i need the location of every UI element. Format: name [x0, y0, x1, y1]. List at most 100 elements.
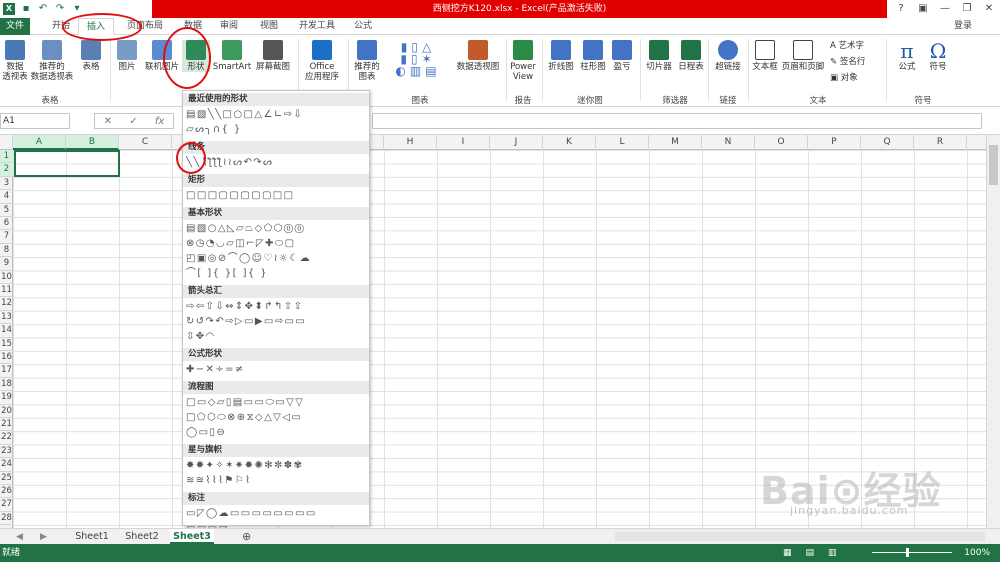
undo-icon[interactable]: ↶: [37, 3, 49, 15]
pivot-table-button[interactable]: 数据 透视表: [2, 40, 28, 82]
row-header[interactable]: 20: [0, 405, 13, 418]
row-header[interactable]: 9: [0, 257, 13, 271]
worksheet-grid[interactable]: ABCDEFGHIJKLMNOPQR 123456789101112131415…: [0, 135, 990, 528]
normal-view-icon[interactable]: ▦: [783, 544, 792, 562]
row-header[interactable]: 11: [0, 284, 13, 298]
column-header[interactable]: L: [596, 135, 649, 150]
restore-icon[interactable]: ❐: [956, 0, 978, 18]
page-break-view-icon[interactable]: ▥: [828, 544, 837, 562]
insert-function-icon[interactable]: fx: [155, 116, 164, 127]
horizontal-scrollbar[interactable]: [615, 532, 985, 541]
shape-row[interactable]: □□□▢▢▢▢▢□□: [186, 189, 368, 202]
page-layout-view-icon[interactable]: ▤: [806, 544, 815, 562]
tab-review[interactable]: 审阅: [214, 18, 244, 35]
shape-row[interactable]: ╲╲∖ƪƪƪ≀≀ᔕ↶↷ᔕ: [186, 156, 368, 169]
column-header[interactable]: K: [543, 135, 596, 150]
prev-sheet-icon[interactable]: ◀: [16, 529, 23, 545]
sparkline-column-button[interactable]: 柱形图: [578, 40, 608, 72]
redo-icon[interactable]: ↷: [54, 3, 66, 15]
online-picture-button[interactable]: 联机图片: [142, 40, 182, 72]
column-header[interactable]: J: [490, 135, 543, 150]
row-header[interactable]: 2: [0, 163, 13, 177]
textbox-button[interactable]: 文本框: [750, 40, 780, 72]
row-header[interactable]: 18: [0, 378, 13, 392]
row-header[interactable]: 5: [0, 204, 13, 217]
ribbon-display-icon[interactable]: ▣: [912, 0, 934, 18]
row-header[interactable]: 27: [0, 498, 13, 512]
column-header[interactable]: M: [649, 135, 702, 150]
sparkline-winloss-button[interactable]: 盈亏: [610, 40, 634, 72]
row-header[interactable]: 24: [0, 458, 13, 472]
shape-row[interactable]: ▤▧○△◺▱⏢◇⬠⬡⓪⓪: [186, 222, 368, 235]
row-header[interactable]: 13: [0, 311, 13, 325]
office-apps-button[interactable]: Office 应用程序: [302, 40, 342, 82]
smartart-button[interactable]: SmartArt: [212, 40, 252, 72]
selection-range[interactable]: [14, 150, 120, 177]
close-icon[interactable]: ✕: [978, 0, 1000, 18]
vertical-scrollbar[interactable]: [986, 135, 1000, 528]
row-header[interactable]: 7: [0, 230, 13, 244]
row-header[interactable]: 6: [0, 217, 13, 231]
row-header[interactable]: 28: [0, 512, 13, 526]
minimize-icon[interactable]: —: [934, 0, 956, 18]
tab-insert[interactable]: 插入: [78, 18, 114, 35]
cancel-icon[interactable]: ✕: [104, 116, 112, 127]
sheet-tab-sheet1[interactable]: Sheet1: [70, 529, 114, 544]
equation-button[interactable]: π 公式: [892, 40, 922, 72]
shape-row[interactable]: ◰▣◎⊘⌒◯☺♡≀☼☾☁: [186, 252, 368, 265]
shape-row[interactable]: ▱ᔕ╮∩{ }: [186, 123, 368, 136]
symbol-button[interactable]: Ω 符号: [924, 40, 952, 72]
tab-file[interactable]: 文件: [0, 18, 30, 35]
signature-line-button[interactable]: ✎ 签名行: [830, 57, 876, 67]
power-view-button[interactable]: Power View: [508, 40, 538, 82]
column-header[interactable]: H: [384, 135, 437, 150]
shape-row[interactable]: ✚−✕÷=≠: [186, 363, 368, 376]
tab-developer[interactable]: 开发工具: [294, 18, 340, 35]
slicer-button[interactable]: 切片器: [644, 40, 674, 72]
screenshot-button[interactable]: 屏幕截图: [254, 40, 292, 72]
login-link[interactable]: 登录: [948, 18, 978, 35]
tab-data[interactable]: 数据: [178, 18, 208, 35]
sheet-tab-sheet3[interactable]: Sheet3: [170, 529, 214, 544]
row-header[interactable]: 26: [0, 485, 13, 499]
zoom-knob[interactable]: [906, 548, 909, 557]
recommended-pivot-button[interactable]: 推荐的 数据透视表: [30, 40, 74, 82]
tab-home[interactable]: 开始: [44, 18, 78, 35]
picture-button[interactable]: 图片: [114, 40, 140, 72]
object-button[interactable]: ▣ 对象: [830, 73, 876, 83]
sheet-tab-sheet2[interactable]: Sheet2: [120, 529, 164, 544]
row-header[interactable]: 10: [0, 271, 13, 284]
row-header[interactable]: 17: [0, 364, 13, 378]
column-header[interactable]: P: [808, 135, 861, 150]
column-header[interactable]: N: [702, 135, 755, 150]
shape-row[interactable]: ⌒[ ]{ }[ ]{ }: [186, 267, 368, 280]
next-sheet-icon[interactable]: ▶: [40, 529, 47, 545]
select-all-corner[interactable]: [0, 135, 13, 150]
row-header[interactable]: 15: [0, 338, 13, 351]
shapes-dropdown[interactable]: 最近使用的形状 ▤▧╲╲□○□△∠∟⇨⇩ ▱ᔕ╮∩{ } 线条 ╲╲∖ƪƪƪ≀≀ᔕ↶↷ᔕ…: [182, 90, 370, 534]
shape-row[interactable]: ◯▭▯⊖: [186, 426, 368, 439]
column-header[interactable]: A: [13, 135, 66, 150]
timeline-button[interactable]: 日程表: [676, 40, 706, 72]
formula-input[interactable]: [372, 113, 982, 129]
column-header[interactable]: C: [119, 135, 172, 150]
row-header[interactable]: 21: [0, 418, 13, 432]
header-footer-button[interactable]: 页眉和页脚: [780, 40, 826, 72]
wordart-button[interactable]: A 艺术字: [830, 41, 876, 51]
save-icon[interactable]: ▪: [20, 3, 32, 15]
shape-row[interactable]: ✸✹✦✧✶✷✹✺✻✼✽✾: [186, 459, 368, 472]
confirm-icon[interactable]: ✓: [129, 116, 137, 127]
shape-row[interactable]: ⊗◷◔◡▱◫⌐◸✚⬭▢: [186, 237, 368, 250]
shapes-button[interactable]: 形状: [182, 40, 210, 72]
help-icon[interactable]: ?: [890, 0, 912, 18]
chart-types-gallery[interactable]: ▮▯△ ▮▯✶ ◐▥▤: [384, 41, 452, 78]
column-header[interactable]: B: [66, 135, 119, 150]
pivot-chart-button[interactable]: 数据透视图: [454, 40, 502, 72]
row-header[interactable]: 3: [0, 177, 13, 191]
shape-row[interactable]: ⇨⇦⇧⇩⇔⇕✥⬍↱↰⇧⇪: [186, 300, 368, 313]
row-header[interactable]: 12: [0, 297, 13, 311]
cells-area[interactable]: [13, 150, 990, 528]
shape-row[interactable]: ≋≋⌇⌇⌇⚑⚐⌇: [186, 474, 368, 487]
row-header[interactable]: 1: [0, 150, 13, 164]
shape-row[interactable]: □▭◇▱▯▤▭▭⬭▭▽▽: [186, 396, 368, 409]
